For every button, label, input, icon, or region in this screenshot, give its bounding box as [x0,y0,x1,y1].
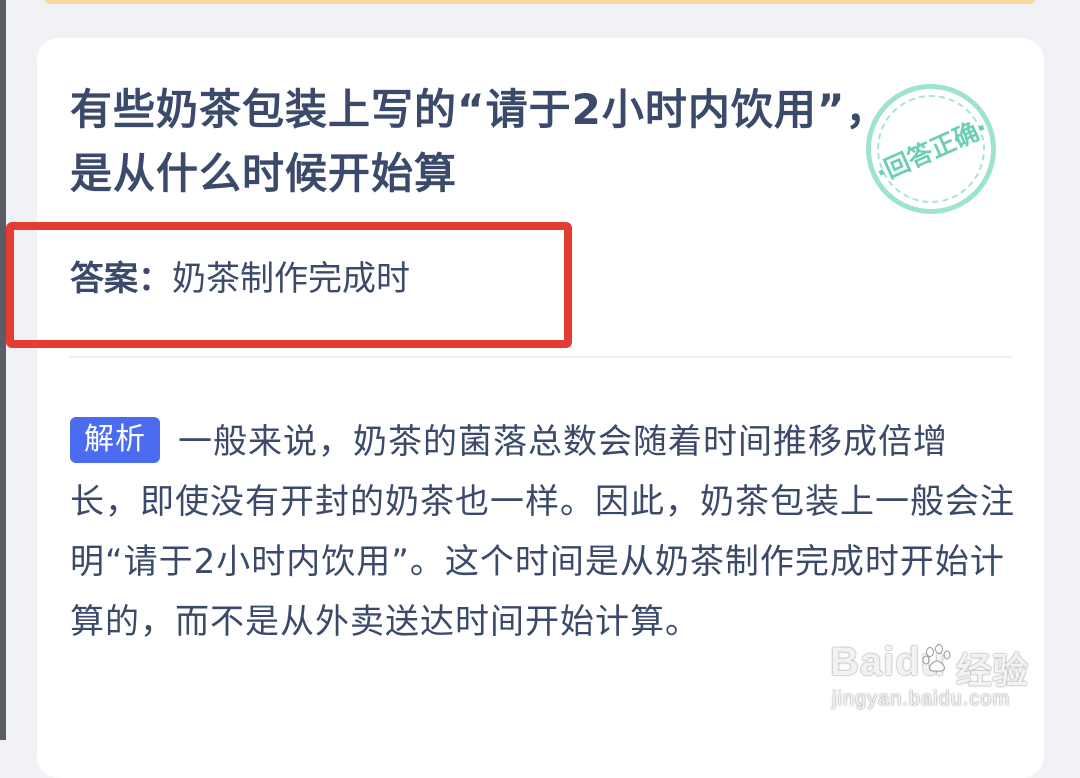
watermark-cn: 经验 [956,651,1029,692]
watermark-url: jingyan.baidu.com [832,688,1011,710]
baidu-paw-icon [922,644,951,672]
answer-highlight-box [6,222,572,348]
divider [70,356,1012,358]
explanation-text: 一般来说，奶茶的菌落总数会随着时间推移成倍增长，即使没有开封的奶茶也一样。因此，… [70,422,1015,642]
stamp-text: ·回答正确· [871,112,992,188]
baidu-jingyan-watermark: Baidu 经验 jingyan.baidu.com [830,640,1030,720]
question-title: 有些奶茶包装上写的“请于2小时内饮用”， 是从什么时候开始算 [70,78,890,206]
explanation-badge: 解析 [70,417,160,463]
question-line-2: 是从什么时候开始算 [70,149,458,198]
question-line-1: 有些奶茶包装上写的“请于2小时内饮用”， [70,85,889,134]
previous-card-edge [45,0,1035,4]
screen-left-edge [0,0,6,740]
explanation-paragraph: 解析 一般来说，奶茶的菌落总数会随着时间推移成倍增长，即使没有开封的奶茶也一样。因… [70,412,1015,652]
